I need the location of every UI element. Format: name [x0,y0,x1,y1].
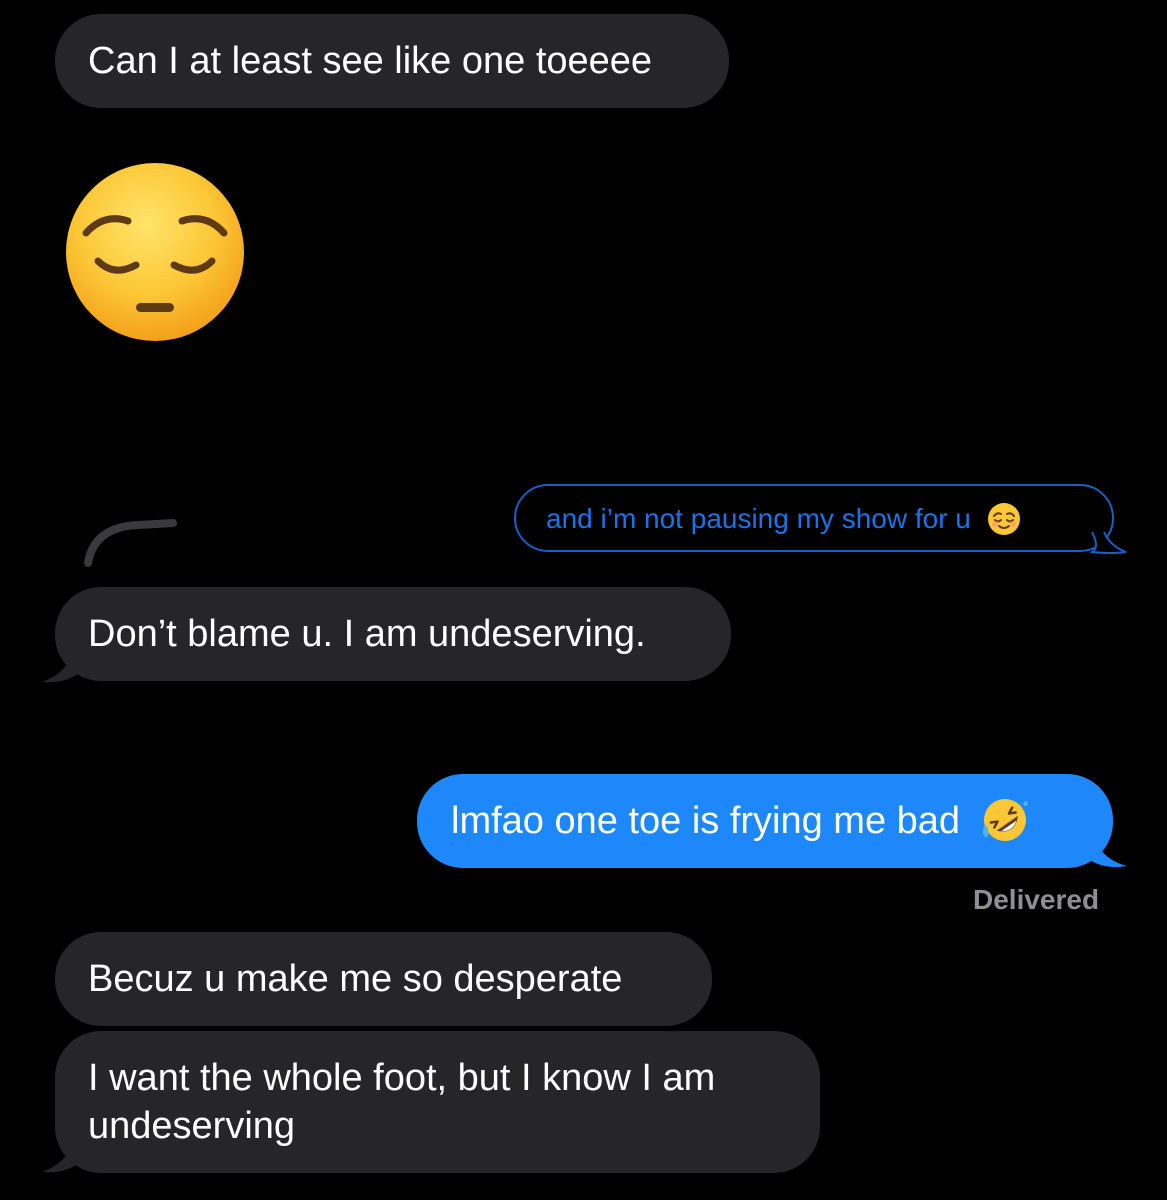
message-text: Becuz u make me so desperate [88,958,623,1000]
reply-connector-line [84,519,177,567]
reply-quote-text: and i’m not pausing my show for u [546,503,971,534]
relieved-face-icon [987,502,1020,535]
message-bubble-outgoing[interactable]: lmfao one toe is frying me bad [417,774,1113,868]
emoji-message[interactable] [64,161,246,343]
message-text: lmfao one toe is frying me bad [451,800,961,842]
message-text: Can I at least see like one toeeee [88,40,653,82]
reply-quote-tail [1090,531,1127,554]
pensive-face-icon [66,163,244,341]
message-text-line: undeserving [88,1105,296,1147]
reply-quote-bubble[interactable]: and i’m not pausing my show for u [514,484,1114,552]
message-thread[interactable]: Can I at least see like one toeeee and i… [0,0,1167,1200]
message-text: Don’t blame u. I am undeserving. [88,613,646,655]
message-text-line: I want the whole foot, but I know I am [88,1057,716,1099]
bubble-tail-outgoing [1087,830,1127,867]
message-bubble-incoming[interactable]: Becuz u make me so desperate [55,932,712,1026]
bubble-tail-incoming [42,646,80,683]
message-bubble-incoming[interactable]: Don’t blame u. I am undeserving. [55,587,731,681]
message-bubble-incoming[interactable]: Can I at least see like one toeeee [55,14,729,108]
message-bubble-incoming[interactable]: I want the whole foot, but I know I am u… [55,1031,820,1173]
bubble-tail-incoming [42,1136,80,1173]
delivery-status: Delivered [973,884,1100,915]
rolling-on-floor-laughing-face-icon [982,798,1028,841]
